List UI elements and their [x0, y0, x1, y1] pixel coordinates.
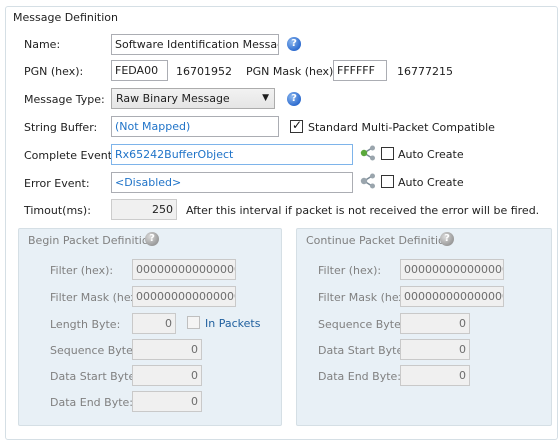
continue-sequence-byte-label: Sequence Byte: — [318, 318, 405, 331]
length-byte-label: Length Byte: — [50, 318, 121, 331]
continue-filter-label: Filter (hex): — [318, 264, 382, 277]
continue-sequence-byte-field[interactable]: 0 — [400, 313, 470, 334]
begin-filter-label: Filter (hex): — [50, 264, 114, 277]
begin-packet-title: Begin Packet Definition — [28, 234, 156, 247]
continue-data-end-label: Data End Byte: — [318, 370, 402, 383]
in-packets-checkbox[interactable] — [187, 316, 200, 329]
error-event-label: Error Event: — [24, 177, 90, 190]
error-auto-create-label: Auto Create — [398, 176, 464, 189]
multi-packet-checkbox[interactable]: ✓ — [290, 118, 303, 133]
begin-filter-mask-field[interactable]: 0000000000000000 — [132, 286, 236, 307]
continue-filter-field[interactable]: 0000000000000000 — [400, 259, 504, 280]
error-event-field[interactable]: <Disabled> — [111, 172, 353, 193]
string-buffer-field[interactable]: (Not Mapped) — [111, 116, 279, 137]
timeout-description: After this interval if packet is not rec… — [186, 204, 540, 217]
help-icon: ? — [145, 232, 159, 246]
chevron-down-icon: ▼ — [262, 93, 269, 103]
group-title: Message Definition — [12, 11, 119, 24]
pgn-label: PGN (hex): — [24, 65, 84, 78]
multi-packet-label: Standard Multi-Packet Compatible — [308, 121, 495, 134]
help-icon[interactable]: ? — [287, 92, 301, 106]
length-byte-field[interactable]: 0 — [132, 313, 176, 334]
complete-event-field[interactable]: Rx65242BufferObject — [111, 144, 353, 165]
continue-filter-mask-field[interactable]: 0000000000000000 — [400, 286, 504, 307]
complete-auto-create-label: Auto Create — [398, 148, 464, 161]
pgn-decimal: 16701952 — [176, 65, 232, 78]
continue-filter-mask-label: Filter Mask (hex): — [318, 291, 413, 304]
begin-data-end-label: Data End Byte: — [50, 396, 134, 409]
message-type-value: Raw Binary Message — [116, 92, 230, 105]
link-node-icon[interactable] — [359, 173, 377, 189]
continue-data-start-field[interactable]: 0 — [400, 339, 470, 360]
pgn-mask-field[interactable]: FFFFFF — [333, 60, 387, 81]
checkmark-icon: ✓ — [292, 118, 303, 132]
continue-data-end-field[interactable]: 0 — [400, 365, 470, 386]
pgn-mask-decimal: 16777215 — [397, 65, 453, 78]
help-icon[interactable]: ? — [287, 37, 301, 51]
continue-packet-title: Continue Packet Definition — [306, 234, 452, 247]
begin-sequence-byte-field[interactable]: 0 — [132, 339, 202, 360]
begin-filter-field[interactable]: 0000000000000000 — [132, 259, 236, 280]
begin-data-end-field[interactable]: 0 — [132, 391, 202, 412]
continue-data-start-label: Data Start Byte: — [318, 344, 407, 357]
complete-auto-create-checkbox[interactable] — [381, 147, 394, 160]
pgn-field[interactable]: FEDA00 — [111, 60, 168, 81]
timeout-field[interactable]: 250 — [111, 199, 177, 220]
link-node-icon[interactable] — [359, 145, 377, 161]
name-label: Name: — [24, 38, 61, 51]
begin-filter-mask-label: Filter Mask (hex): — [50, 291, 145, 304]
message-type-select[interactable]: Raw Binary Message ▼ — [111, 88, 275, 109]
begin-data-start-field[interactable]: 0 — [132, 365, 202, 386]
string-buffer-label: String Buffer: — [24, 121, 98, 134]
complete-event-label: Complete Event: — [24, 149, 116, 162]
help-icon: ? — [440, 232, 454, 246]
begin-sequence-byte-label: Sequence Byte: — [50, 344, 137, 357]
in-packets-label: In Packets — [205, 317, 261, 330]
name-field[interactable]: Software Identification Message — [111, 34, 279, 55]
begin-data-start-label: Data Start Byte: — [50, 370, 139, 383]
error-auto-create-checkbox[interactable] — [381, 175, 394, 188]
pgn-mask-label: PGN Mask (hex): — [246, 65, 338, 78]
timeout-label: Timout(ms): — [24, 204, 91, 217]
message-type-label: Message Type: — [24, 93, 105, 106]
